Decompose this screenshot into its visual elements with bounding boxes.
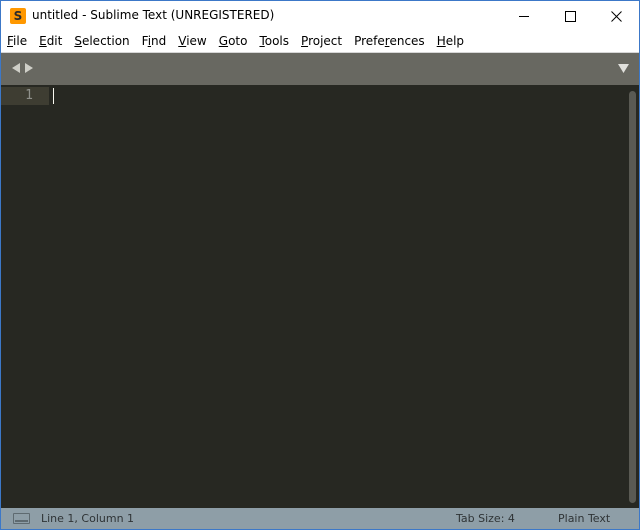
menu-selection[interactable]: Selection <box>74 31 129 52</box>
vertical-scrollbar[interactable] <box>629 91 636 503</box>
nav-left-arrow-icon[interactable] <box>12 63 21 73</box>
menu-find[interactable]: Find <box>142 31 167 52</box>
close-icon <box>610 10 622 22</box>
status-bar: Line 1, Column 1 Tab Size: 4 Plain Text <box>1 508 639 529</box>
menu-help[interactable]: Help <box>437 31 464 52</box>
maximize-icon <box>564 10 576 22</box>
line-number: 1 <box>25 88 33 103</box>
sublime-text-icon[interactable]: S <box>10 8 26 24</box>
sublime-window: S untitled - Sublime Text (UNREGISTERED)… <box>0 0 640 530</box>
tab-navigation <box>12 63 33 73</box>
menu-preferences[interactable]: Preferences <box>354 31 425 52</box>
minimize-icon <box>518 15 529 17</box>
menu-project[interactable]: Project <box>301 31 342 52</box>
tab-list-dropdown-icon[interactable] <box>618 64 629 73</box>
cursor-position: Line 1, Column 1 <box>41 512 135 525</box>
close-button[interactable] <box>593 1 639 31</box>
maximize-button[interactable] <box>547 1 593 31</box>
tab-bar <box>1 52 639 85</box>
menu-tools[interactable]: Tools <box>259 31 289 52</box>
menu-view[interactable]: View <box>178 31 206 52</box>
text-caret <box>53 88 54 104</box>
window-title: untitled - Sublime Text (UNREGISTERED) <box>32 8 275 22</box>
nav-right-arrow-icon[interactable] <box>24 63 33 73</box>
title-bar[interactable]: S untitled - Sublime Text (UNREGISTERED) <box>1 1 639 31</box>
syntax-indicator[interactable]: Plain Text <box>558 512 610 525</box>
menu-edit[interactable]: Edit <box>39 31 62 52</box>
panel-toggle-icon[interactable] <box>13 513 30 524</box>
editor-area[interactable]: 1 <box>1 85 639 508</box>
menu-goto[interactable]: Goto <box>219 31 248 52</box>
minimize-button[interactable] <box>501 1 547 31</box>
tab-size-indicator[interactable]: Tab Size: 4 <box>456 512 515 525</box>
menu-bar: File Edit Selection Find View Goto Tools… <box>1 31 639 52</box>
line-number-gutter: 1 <box>1 85 49 508</box>
menu-file[interactable]: File <box>7 31 27 52</box>
